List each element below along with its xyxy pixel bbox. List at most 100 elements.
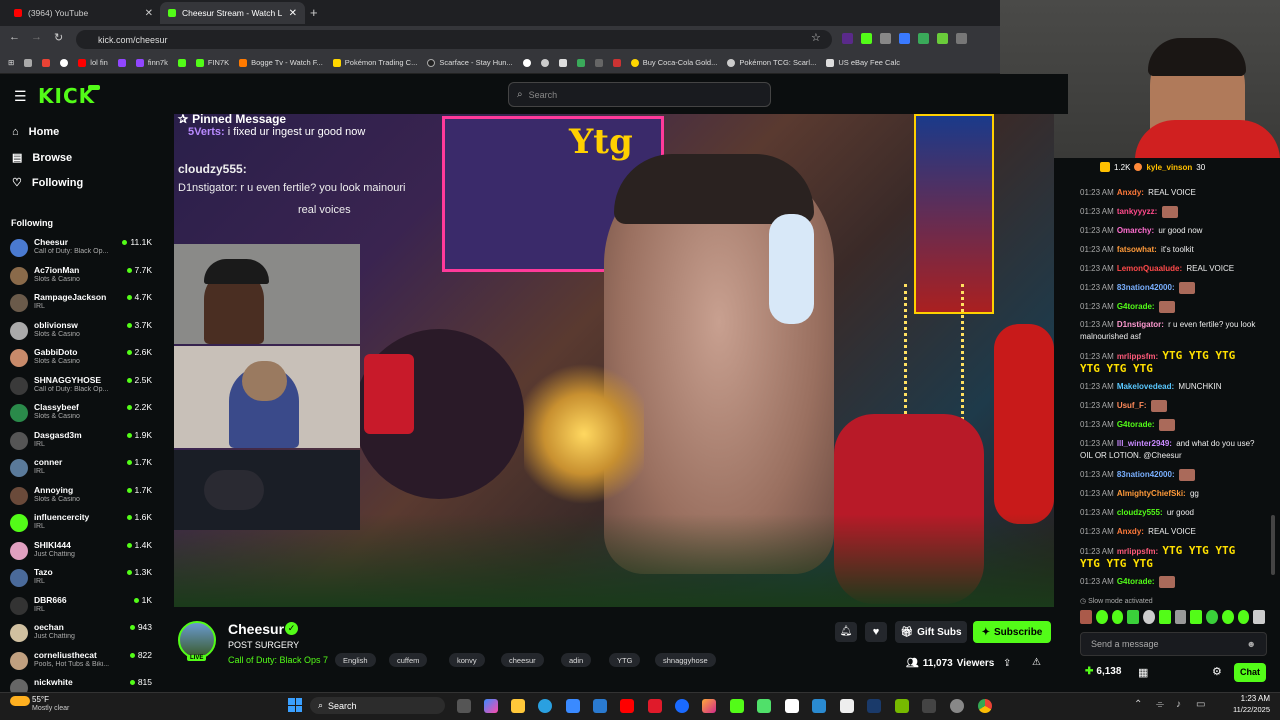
chat-username[interactable]: mrlippsfm: <box>1117 352 1158 361</box>
bookmark-finn7k[interactable]: finn7k <box>135 58 168 67</box>
copilot-icon[interactable] <box>484 699 498 713</box>
stream-tag[interactable]: YTG <box>609 653 641 667</box>
bookmark-icon-only[interactable] <box>177 58 186 67</box>
task-view-icon[interactable] <box>457 699 471 713</box>
following-channel[interactable]: DBR666 IRL 1K <box>10 595 152 622</box>
nav-following[interactable]: ♡ Following <box>12 176 83 190</box>
emote-icon[interactable] <box>1190 610 1202 624</box>
clock-date[interactable]: 11/22/2025 <box>1222 705 1270 714</box>
nav-browse[interactable]: ▤ Browse <box>12 151 72 165</box>
extension-icon[interactable] <box>956 33 967 44</box>
emote-icon[interactable] <box>1111 610 1124 624</box>
bookmark-pokemon-tcg[interactable]: Pokémon TCG: Scarl... <box>727 58 816 67</box>
forward-icon[interactable]: → <box>31 31 42 43</box>
streamer-avatar[interactable] <box>178 621 216 659</box>
app-icon[interactable] <box>922 699 936 713</box>
stream-tag[interactable]: cheesur <box>501 653 544 667</box>
emote-icon[interactable] <box>1174 610 1187 624</box>
volume-icon[interactable]: ♪ <box>1176 699 1181 710</box>
chat-username[interactable]: Anxdy: <box>1117 188 1144 197</box>
stream-tag[interactable]: adin <box>561 653 592 667</box>
amazon-icon[interactable] <box>785 699 799 713</box>
windows-start-icon[interactable] <box>288 698 302 712</box>
nvidia-icon[interactable] <box>895 699 909 713</box>
tray-chevron-icon[interactable]: ⌃ <box>1134 699 1142 710</box>
bookmark-ebay[interactable]: US eBay Fee Calc <box>826 58 900 67</box>
kick-logo[interactable]: KICK <box>38 84 95 108</box>
bookmark-pokemon[interactable]: Pokémon Trading C... <box>332 58 417 67</box>
bookmark-icon-only[interactable] <box>60 58 69 67</box>
stream-tag[interactable]: English <box>335 653 376 667</box>
file-explorer-icon[interactable] <box>511 699 525 713</box>
stream-tag[interactable]: cuffem <box>389 653 428 667</box>
youtube-app-icon[interactable] <box>620 699 634 713</box>
chat-username[interactable]: fatsowhat: <box>1117 245 1157 254</box>
following-channel[interactable]: Cheesur Call of Duty: Black Op... 11.1K <box>10 237 152 264</box>
app-icon[interactable] <box>950 699 964 713</box>
outlook-icon[interactable] <box>593 699 607 713</box>
emote-icon[interactable] <box>1237 610 1250 624</box>
chat-username[interactable]: Omarchy: <box>1117 226 1154 235</box>
bookmark-icon-only[interactable] <box>558 58 567 67</box>
bookmark-icon-only[interactable] <box>594 58 603 67</box>
kick-app-icon[interactable] <box>730 699 744 713</box>
chat-username[interactable]: lll_winter2949: <box>1117 439 1172 448</box>
bell-icon[interactable]: 🔔︎ <box>835 622 857 642</box>
weather-temp[interactable]: 55°F <box>32 695 49 704</box>
settings-icon[interactable]: ⚙ <box>1212 665 1222 678</box>
apps-icon[interactable]: ⊞ <box>8 58 14 67</box>
bookmark-scarface[interactable]: Scarface - Stay Hun... <box>427 58 513 67</box>
stream-tag[interactable]: konvy <box>449 653 485 667</box>
reload-icon[interactable]: ↻ <box>54 31 63 44</box>
subscribe-button[interactable]: ✦ Subscribe <box>973 621 1051 643</box>
following-channel[interactable]: RampageJackson IRL 4.7K <box>10 292 152 319</box>
steam-icon[interactable] <box>867 699 881 713</box>
chat-input[interactable]: Send a message ☻ <box>1080 632 1267 656</box>
emote-icon[interactable] <box>1206 610 1218 624</box>
stream-tag[interactable]: shnaggyhose <box>655 653 716 667</box>
bookmark-icon-only[interactable] <box>522 58 531 67</box>
chat-username[interactable]: Anxdy: <box>1117 527 1144 536</box>
emote-icon[interactable] <box>1221 610 1234 624</box>
app-icon[interactable] <box>812 699 826 713</box>
following-channel[interactable]: influencercity IRL 1.6K <box>10 512 152 539</box>
extension-icon[interactable] <box>899 33 910 44</box>
chat-username[interactable]: 83nation42000: <box>1117 470 1175 479</box>
chat-username[interactable]: mrlippsfm: <box>1117 547 1158 556</box>
emote-icon[interactable] <box>1080 610 1092 624</box>
emoji-icon[interactable]: ☻ <box>1247 639 1256 649</box>
bookmark-bogge[interactable]: Bogge Tv - Watch F... <box>239 58 323 67</box>
following-channel[interactable]: GabbiDoto Slots & Casino 2.6K <box>10 347 152 374</box>
calendar-icon[interactable]: ▦ <box>1138 666 1148 679</box>
following-channel[interactable]: corneliusthecat Pools, Hot Tubs & Biki..… <box>10 650 152 677</box>
following-channel[interactable]: Annoying Slots & Casino 1.7K <box>10 485 152 512</box>
bookmark-icon-only[interactable] <box>117 58 126 67</box>
app-icon[interactable] <box>757 699 771 713</box>
close-icon[interactable]: ✕ <box>145 8 153 19</box>
heart-follow-icon[interactable]: ♥ <box>865 622 887 642</box>
stream-category[interactable]: Call of Duty: Black Ops 7 <box>228 655 328 665</box>
taskbar-search[interactable]: ⌕ Search <box>310 697 445 714</box>
bookmark-icon-only[interactable] <box>540 58 549 67</box>
chat-send-button[interactable]: Chat <box>1234 663 1266 682</box>
url-bar[interactable]: kick.com/cheesur <box>76 30 832 49</box>
video-player[interactable]: Ytg ✰ Pinned Message 5Verts: i fixed ur … <box>174 114 1054 607</box>
gift-subs-button[interactable]: 🎁︎ Gift Subs <box>895 621 967 643</box>
emote-icon[interactable] <box>1158 610 1171 624</box>
chat-username[interactable]: G4torade: <box>1117 577 1155 586</box>
bookmark-coca-cola[interactable]: Buy Coca-Cola Gold... <box>630 58 717 67</box>
bookmark-fin7k[interactable]: FIN7K <box>195 58 229 67</box>
following-channel[interactable]: Tazo IRL 1.3K <box>10 567 152 594</box>
chat-username[interactable]: 83nation42000: <box>1117 283 1175 292</box>
store-icon[interactable] <box>566 699 580 713</box>
extension-icon[interactable] <box>918 33 929 44</box>
channel-points[interactable]: ✚ 6,138 <box>1085 666 1121 677</box>
following-channel[interactable]: conner IRL 1.7K <box>10 457 152 484</box>
chat-username[interactable]: G4torade: <box>1117 302 1155 311</box>
emote-icon[interactable] <box>1253 610 1265 624</box>
streamer-name[interactable]: Cheesur <box>228 621 284 637</box>
chat-username[interactable]: AlmightyChiefSki: <box>1117 489 1186 498</box>
following-channel[interactable]: SHIKI444 Just Chatting 1.4K <box>10 540 152 567</box>
tiktok-icon[interactable] <box>840 699 854 713</box>
following-channel[interactable]: Dasgasd3m IRL 1.9K <box>10 430 152 457</box>
